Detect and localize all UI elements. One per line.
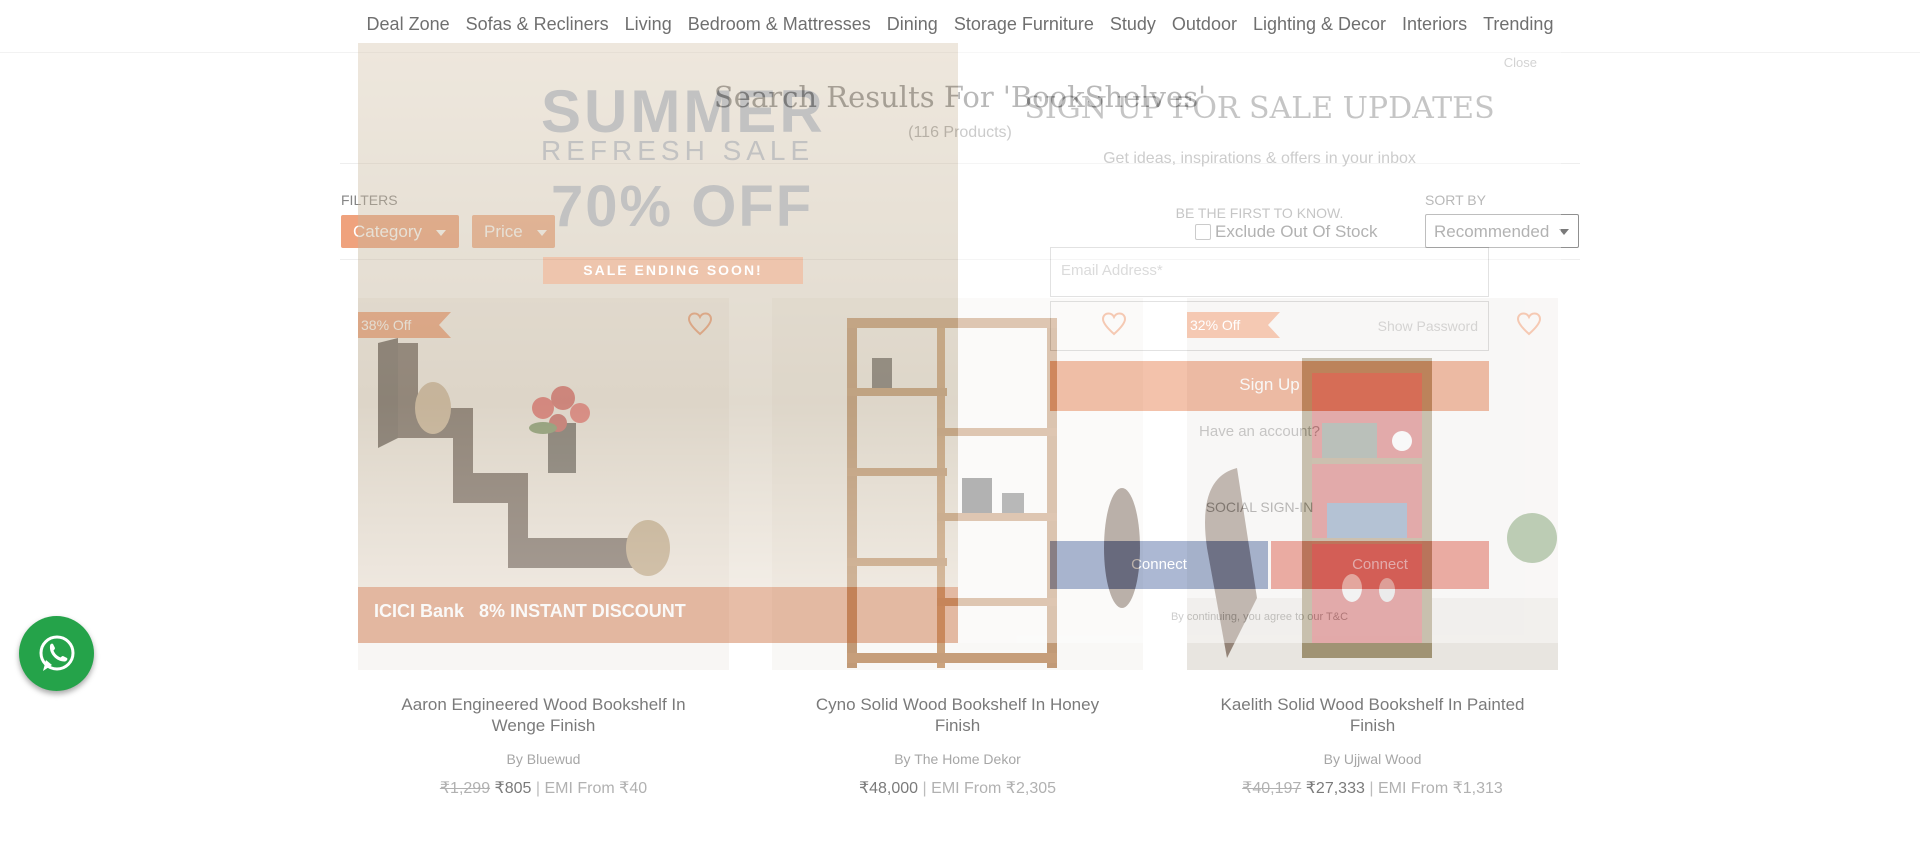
banner-strip: SALE ENDING SOON! [543, 257, 803, 284]
sale-price: ₹27,333 [1305, 780, 1365, 797]
product-brand: By Ujjwal Wood [1187, 751, 1558, 767]
nav-item[interactable]: Dining [879, 14, 946, 35]
heart-icon[interactable] [687, 312, 713, 336]
product-image[interactable]: 38% Off [358, 298, 729, 670]
result-count: (116 Products) [908, 124, 1012, 141]
product-image[interactable]: 32% Off [1187, 298, 1558, 670]
brand-prefix: By [894, 751, 911, 767]
banner-offer: 70% OFF [551, 174, 814, 239]
heart-icon[interactable] [1516, 312, 1542, 336]
sort-select[interactable]: Recommended [1425, 214, 1579, 248]
product-card[interactable]: 32% Off Kaelith Solid Wood Bookshelf In … [1187, 298, 1558, 798]
brand-name[interactable]: The Home Dekor [914, 751, 1021, 767]
brand-name[interactable]: Ujjwal Wood [1344, 751, 1422, 767]
nav-item[interactable]: Deal Zone [359, 14, 458, 35]
product-photo [358, 298, 729, 670]
nav-list: Deal Zone Sofas & Recliners Living Bedroom … [0, 0, 1920, 35]
mrp: ₹1,299 [439, 780, 491, 797]
price-filter-label: Price [484, 222, 523, 241]
nav-item[interactable]: Interiors [1394, 14, 1475, 35]
nav-item[interactable]: Bedroom & Mattresses [680, 14, 879, 35]
whatsapp-icon [39, 635, 74, 671]
emi: EMI From ₹1,313 [1377, 780, 1503, 797]
exclude-out-of-stock-label: Exclude Out Of Stock [1215, 222, 1378, 241]
nav-item[interactable]: Lighting & Decor [1245, 14, 1394, 35]
sale-price: ₹48,000 [858, 780, 919, 797]
price-filter-button[interactable]: Price [472, 215, 555, 248]
exclude-out-of-stock-checkbox[interactable] [1195, 224, 1211, 240]
search-header: Search Results For 'BookShelves' (116 Pr… [0, 80, 1920, 142]
email-field[interactable]: Email Address* [1050, 247, 1489, 297]
brand-prefix: By [1323, 751, 1340, 767]
product-image[interactable] [772, 298, 1143, 670]
product-photo [772, 298, 1143, 670]
divider [340, 259, 1580, 260]
nav-item[interactable]: Storage Furniture [946, 14, 1102, 35]
chevron-down-icon [1559, 229, 1569, 235]
product-photo [1187, 298, 1558, 670]
brand-name[interactable]: Bluewud [527, 751, 581, 767]
top-navigation: Deal Zone Sofas & Recliners Living Bedroom … [0, 0, 1920, 53]
product-brand: By Bluewud [358, 751, 729, 767]
emi: EMI From ₹40 [544, 780, 648, 797]
nav-item[interactable]: Trending [1475, 14, 1561, 35]
exclude-out-of-stock[interactable]: Exclude Out Of Stock [1195, 222, 1378, 242]
filters-label: FILTERS [341, 192, 398, 208]
heart-icon[interactable] [1101, 312, 1127, 336]
nav-item[interactable]: Outdoor [1164, 14, 1245, 35]
chevron-down-icon [536, 229, 547, 236]
product-brand: By The Home Dekor [772, 751, 1143, 767]
sort-label: SORT BY [1425, 192, 1486, 208]
product-name[interactable]: Cyno Solid Wood Bookshelf In Honey Finis… [772, 694, 1143, 736]
whatsapp-button[interactable] [19, 616, 94, 691]
chevron-down-icon [435, 229, 446, 236]
page-title: Search Results For 'BookShelves' [713, 80, 1207, 114]
product-price: ₹48,000 | EMI From ₹2,305 [858, 780, 1057, 797]
nav-item[interactable]: Sofas & Recliners [458, 14, 617, 35]
product-name[interactable]: Kaelith Solid Wood Bookshelf In Painted … [1187, 694, 1558, 736]
close-button[interactable]: Close [1504, 55, 1537, 70]
product-price: ₹1,299 ₹805 | EMI From ₹40 [439, 780, 648, 797]
sort-selected-value: Recommended [1434, 222, 1550, 241]
signup-subtitle: Get ideas, inspirations & offers in your… [1103, 150, 1416, 167]
product-card[interactable]: 38% Off Aaron Engineered Wood Bookshelf … [358, 298, 729, 798]
category-filter-label: Category [353, 222, 422, 241]
sale-price: ₹805 [494, 780, 532, 797]
nav-item[interactable]: Study [1102, 14, 1164, 35]
category-filter-button[interactable]: Category [341, 215, 459, 248]
discount-badge: 32% Off [1187, 312, 1280, 338]
product-name[interactable]: Aaron Engineered Wood Bookshelf In Wenge… [358, 694, 729, 736]
discount-badge: 38% Off [358, 312, 451, 338]
product-price: ₹40,197 ₹27,333 | EMI From ₹1,313 [1242, 780, 1503, 797]
emi: EMI From ₹2,305 [931, 780, 1057, 797]
brand-prefix: By [506, 751, 523, 767]
divider [340, 163, 1580, 164]
nav-item[interactable]: Living [617, 14, 680, 35]
product-card[interactable]: Cyno Solid Wood Bookshelf In Honey Finis… [772, 298, 1143, 798]
mrp: ₹40,197 [1242, 780, 1302, 797]
